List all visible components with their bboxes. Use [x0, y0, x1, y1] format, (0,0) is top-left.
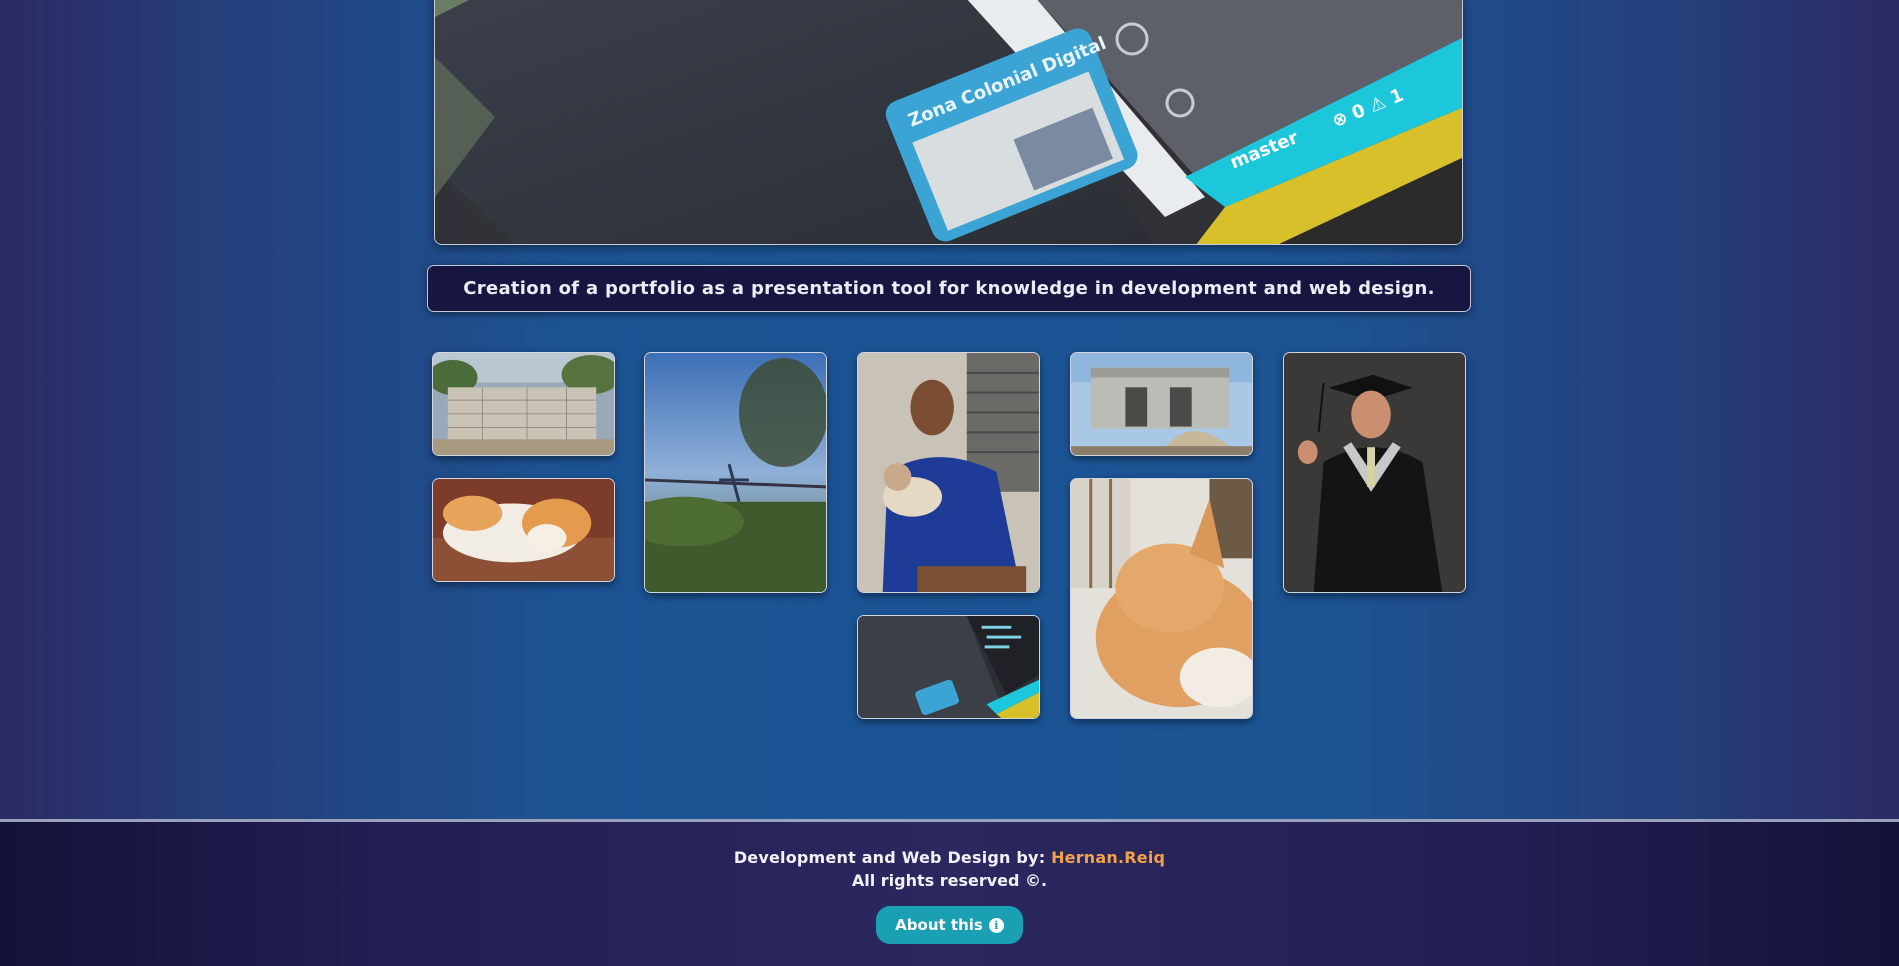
hero-image: Zona Colonial Digital master ⊗ 0 ⚠ 1: [434, 0, 1463, 245]
site-footer: Development and Web Design by: Hernan.Re…: [0, 819, 1899, 966]
credit-prefix: Development and Web Design by:: [733, 848, 1046, 867]
gallery-image-kitten[interactable]: [432, 478, 615, 582]
gallery-image-laptop[interactable]: [857, 615, 1040, 719]
gallery-image-graduate[interactable]: [1283, 352, 1466, 593]
gallery-image-house[interactable]: [1070, 352, 1253, 456]
gallery-image-blocks[interactable]: [432, 352, 615, 456]
info-icon: i: [988, 917, 1004, 933]
gallery-image-barbed-wire[interactable]: [644, 352, 827, 593]
about-button-label: About this: [895, 916, 983, 934]
rights-text: All rights reserved ©.: [851, 871, 1048, 890]
about-button[interactable]: About this i: [876, 906, 1023, 944]
gallery-image-orange-cat[interactable]: [1070, 478, 1253, 719]
gallery-image-mother-baby[interactable]: [857, 352, 1040, 593]
footer-credit: Development and Web Design by: Hernan.Re…: [0, 848, 1899, 867]
author-link[interactable]: Hernan.Reiq: [1051, 848, 1165, 867]
project-description: Creation of a portfolio as a presentatio…: [427, 265, 1471, 312]
